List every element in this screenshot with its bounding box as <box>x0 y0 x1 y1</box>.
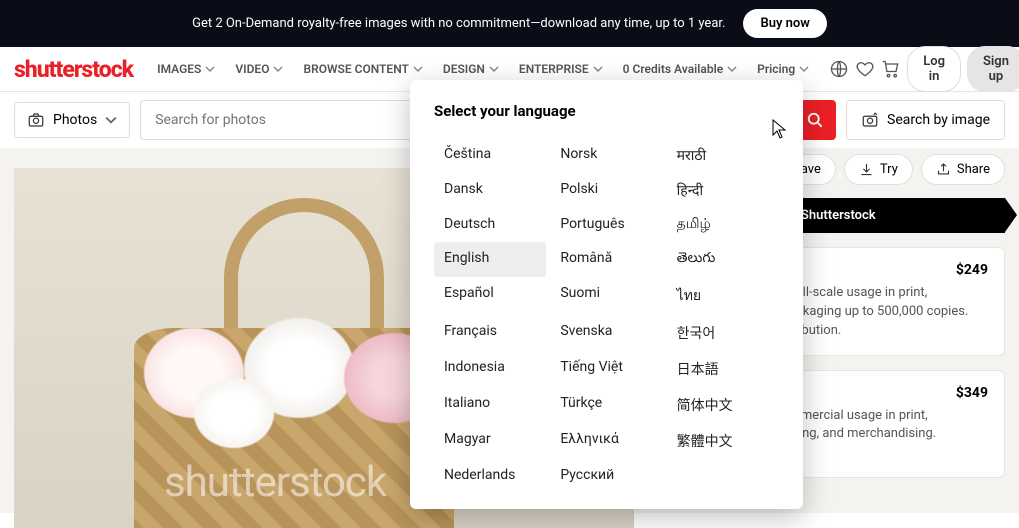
language-option[interactable]: తెలుగు <box>667 242 779 277</box>
language-option[interactable]: Español <box>434 277 546 315</box>
nav-design[interactable]: DESIGN <box>435 56 507 82</box>
language-option[interactable]: English <box>434 242 546 277</box>
language-option[interactable]: Tiếng Việt <box>550 351 662 387</box>
language-option[interactable]: Indonesia <box>434 351 546 387</box>
share-icon <box>936 162 951 177</box>
buy-now-button[interactable]: Buy now <box>743 9 826 38</box>
language-option[interactable]: 繁體中文 <box>667 423 779 459</box>
language-dropdown-title: Select your language <box>434 102 779 120</box>
language-option[interactable]: 简体中文 <box>667 387 779 423</box>
nav-label: ENTERPRISE <box>519 62 589 76</box>
language-option[interactable]: Italiano <box>434 387 546 423</box>
license-price: $249 <box>956 262 988 278</box>
nav-label: Pricing <box>757 62 795 76</box>
nav-label: BROWSE CONTENT <box>303 62 408 76</box>
language-option[interactable]: Deutsch <box>434 208 546 242</box>
search-icon <box>805 110 825 130</box>
nav-label: VIDEO <box>235 62 269 76</box>
license-price: $349 <box>956 385 988 401</box>
language-option[interactable]: Suomi <box>550 277 662 315</box>
camera-icon <box>27 111 45 129</box>
search-type-label: Photos <box>53 112 97 128</box>
language-option[interactable]: Norsk <box>550 138 662 173</box>
share-button[interactable]: Share <box>921 154 1005 185</box>
language-option[interactable]: Svenska <box>550 315 662 351</box>
promo-text: Get 2 On-Demand royalty-free images with… <box>192 16 725 31</box>
nav-browse[interactable]: BROWSE CONTENT <box>295 56 430 82</box>
download-icon <box>859 162 874 177</box>
chevron-down-icon <box>105 114 117 126</box>
language-dropdown: Select your language ČeštinaNorskमराठी Da… <box>410 80 803 509</box>
chevron-down-icon <box>593 64 603 74</box>
cart-button[interactable] <box>881 52 901 86</box>
nav-credits[interactable]: 0 Credits Available <box>615 56 746 82</box>
language-option[interactable]: मराठी <box>667 138 779 173</box>
language-grid: ČeštinaNorskमराठी DanskPolskiहिन्दी Deutsc… <box>434 138 779 491</box>
brand-logo[interactable]: shutterstock <box>14 56 133 83</box>
nav-video[interactable]: VIDEO <box>227 56 291 82</box>
nav-items: IMAGES VIDEO BROWSE CONTENT DESIGN ENTER… <box>149 56 817 82</box>
language-option[interactable]: Polski <box>550 173 662 208</box>
chevron-down-icon <box>413 64 423 74</box>
language-option[interactable]: Čeština <box>434 138 546 173</box>
nav-label: 0 Credits Available <box>623 62 724 76</box>
language-option[interactable]: Ελληνικά <box>550 423 662 459</box>
search-by-image-button[interactable]: Search by image <box>846 100 1005 140</box>
nav-enterprise[interactable]: ENTERPRISE <box>511 56 611 82</box>
language-option[interactable]: தமிழ் <box>667 208 779 242</box>
language-option[interactable]: Português <box>550 208 662 242</box>
image-search-icon <box>861 111 879 129</box>
language-option[interactable]: 日本語 <box>667 351 779 387</box>
search-type-selector[interactable]: Photos <box>14 102 130 138</box>
globe-icon <box>829 59 849 79</box>
language-option[interactable]: हिन्दी <box>667 173 779 208</box>
language-option[interactable]: Română <box>550 242 662 277</box>
favorites-button[interactable] <box>855 52 875 86</box>
chevron-down-icon <box>799 64 809 74</box>
cart-icon <box>881 59 901 79</box>
chevron-down-icon <box>489 64 499 74</box>
login-button[interactable]: Log in <box>907 46 961 92</box>
chevron-down-icon <box>273 64 283 74</box>
language-button[interactable] <box>829 52 849 86</box>
nav-pricing[interactable]: Pricing <box>749 56 817 82</box>
language-option[interactable]: Türkçe <box>550 387 662 423</box>
language-option[interactable]: Français <box>434 315 546 351</box>
nav-images[interactable]: IMAGES <box>149 56 223 82</box>
signup-button[interactable]: Sign up <box>967 46 1019 92</box>
language-option[interactable]: Nederlands <box>434 459 546 491</box>
heart-icon <box>855 59 875 79</box>
try-button[interactable]: Try <box>844 154 913 185</box>
nav-label: IMAGES <box>157 62 201 76</box>
language-option[interactable]: 한국어 <box>667 315 779 351</box>
nav-label: DESIGN <box>443 62 485 76</box>
chevron-down-icon <box>727 64 737 74</box>
share-label: Share <box>957 162 990 177</box>
search-by-image-label: Search by image <box>887 112 990 128</box>
chevron-down-icon <box>205 64 215 74</box>
language-option[interactable]: Dansk <box>434 173 546 208</box>
language-option[interactable]: Magyar <box>434 423 546 459</box>
promo-bar: Get 2 On-Demand royalty-free images with… <box>0 0 1019 47</box>
try-label: Try <box>880 162 898 177</box>
language-option[interactable]: Русский <box>550 459 662 491</box>
language-option[interactable]: ไทย <box>667 277 779 315</box>
